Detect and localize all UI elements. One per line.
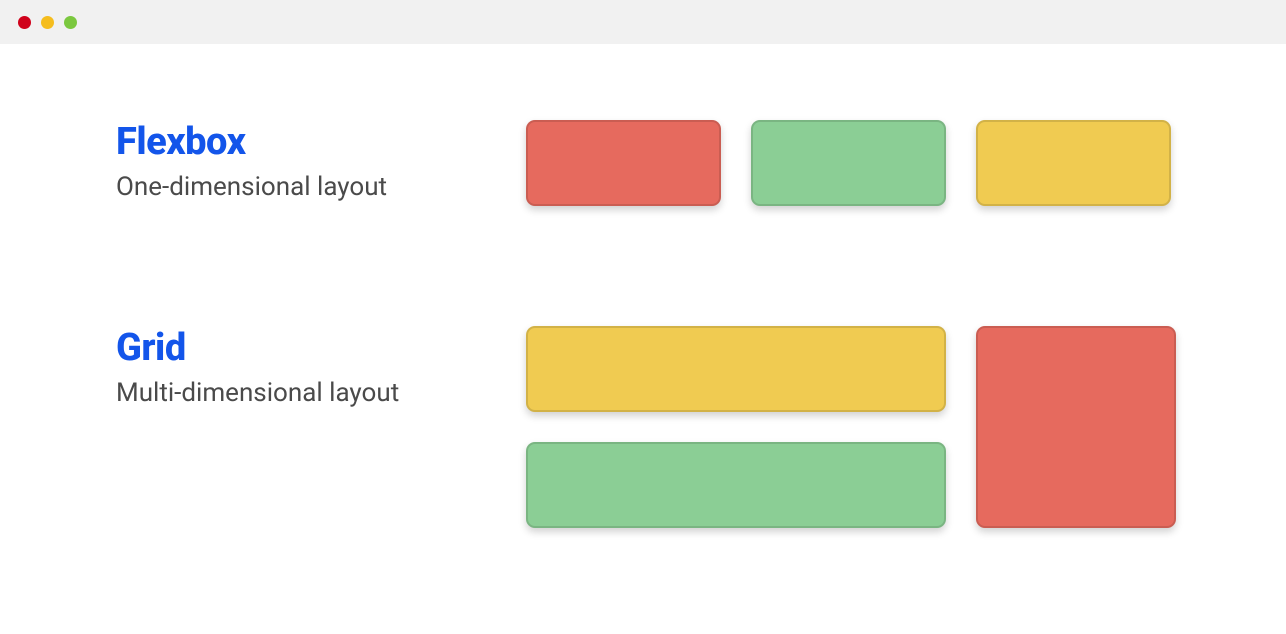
- flex-box-yellow: [976, 120, 1171, 206]
- zoom-icon[interactable]: [64, 16, 77, 29]
- flexbox-demo-row: [526, 120, 1176, 206]
- flexbox-title: Flexbox: [116, 120, 526, 164]
- flexbox-subtitle: One-dimensional layout: [116, 172, 526, 202]
- grid-title: Grid: [116, 326, 526, 370]
- grid-box-green: [526, 442, 946, 528]
- flexbox-text-block: Flexbox One-dimensional layout: [116, 120, 526, 206]
- flexbox-section: Flexbox One-dimensional layout: [116, 120, 1176, 206]
- grid-subtitle: Multi-dimensional layout: [116, 378, 526, 408]
- flex-box-green: [751, 120, 946, 206]
- window-titlebar: [0, 0, 1286, 44]
- flex-box-red: [526, 120, 721, 206]
- minimize-icon[interactable]: [41, 16, 54, 29]
- grid-demo-area: [526, 326, 1176, 528]
- grid-box-yellow: [526, 326, 946, 412]
- content-area: Flexbox One-dimensional layout Grid Mult…: [0, 44, 1286, 528]
- grid-section: Grid Multi-dimensional layout: [116, 326, 1176, 528]
- grid-box-red: [976, 326, 1176, 528]
- close-icon[interactable]: [18, 16, 31, 29]
- grid-text-block: Grid Multi-dimensional layout: [116, 326, 526, 528]
